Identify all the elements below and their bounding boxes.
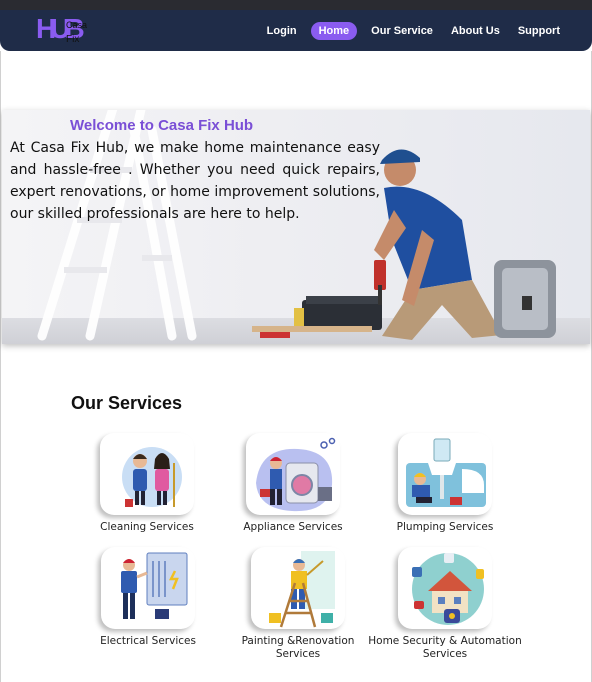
- painting-icon: [251, 547, 345, 629]
- hero-banner: Welcome to Casa Fix Hub At Casa Fix Hub,…: [2, 110, 590, 344]
- page-border-left: [0, 51, 1, 682]
- nav-support[interactable]: Support: [514, 22, 564, 40]
- service-card-cleaning[interactable]: Cleaning Services: [67, 433, 227, 534]
- nav-login[interactable]: Login: [263, 22, 301, 40]
- casa-fix-hub-logo[interactable]: HUB Casa Fix: [36, 14, 88, 48]
- service-label-appliance: Appliance Services: [243, 521, 343, 533]
- services-heading: Our Services: [71, 393, 183, 413]
- service-card-painting[interactable]: Painting &Renovation Services: [218, 547, 378, 661]
- main-nav: Login Home Our Service About Us Support: [263, 10, 564, 51]
- service-card-electrical[interactable]: Electrical Services: [68, 547, 228, 648]
- service-label-painting: Painting &Renovation Services: [241, 635, 355, 660]
- service-label-cleaning: Cleaning Services: [100, 521, 194, 533]
- window-top-strip: [0, 0, 592, 10]
- service-label-electrical: Electrical Services: [100, 635, 196, 647]
- appliance-icon: [246, 433, 340, 515]
- service-card-appliance[interactable]: Appliance Services: [213, 433, 373, 534]
- service-label-home-security: Home Security & Automation Services: [368, 635, 522, 660]
- navbar: HUB Casa Fix Login Home Our Service Abou…: [0, 10, 592, 51]
- hero-description: At Casa Fix Hub, we make home maintenanc…: [10, 140, 380, 222]
- logo-small-top: Casa: [66, 20, 88, 30]
- service-card-home-security[interactable]: Home Security & Automation Services: [365, 547, 525, 661]
- electrical-icon: [101, 547, 195, 629]
- cleaning-icon: [100, 433, 194, 515]
- service-card-plumbing[interactable]: Plumping Services: [365, 433, 525, 534]
- nav-home[interactable]: Home: [310, 21, 358, 40]
- hero-title: Welcome to Casa Fix Hub: [70, 117, 254, 134]
- nav-about-us[interactable]: About Us: [447, 22, 504, 40]
- logo-small-bottom: Fix: [66, 34, 80, 45]
- nav-our-service[interactable]: Our Service: [367, 22, 437, 40]
- plumbing-icon: [398, 433, 492, 515]
- home-security-icon: [398, 547, 492, 629]
- service-label-plumbing: Plumping Services: [396, 521, 494, 533]
